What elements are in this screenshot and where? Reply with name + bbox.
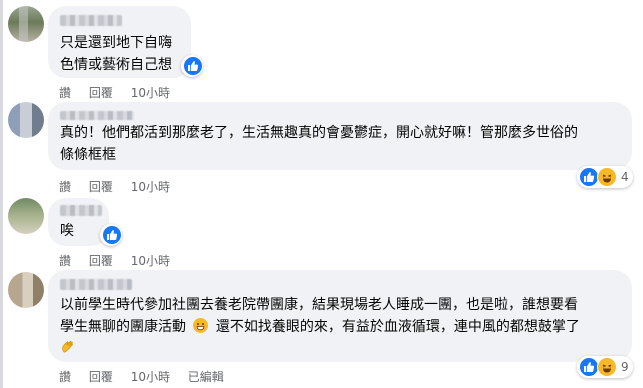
reply-action[interactable]: 回覆	[89, 178, 113, 195]
thread-line	[0, 0, 3, 388]
commenter-avatar[interactable]	[8, 102, 44, 138]
edited-label: 已編輯	[187, 370, 224, 384]
comment-actions: 讚 回覆 10小時	[59, 84, 184, 101]
comment-bubble: 真的！他們都活到那麼老了，生活無趣真的會憂鬱症，開心就好嘛！管那麼多世俗的 條條…	[48, 102, 632, 170]
commenter-name-blurred[interactable]	[60, 205, 102, 216]
comment-text: 真的！他們都活到那麼老了，生活無趣真的會憂鬱症，開心就好嘛！管那麼多世俗的	[60, 125, 578, 141]
reaction-count: 4	[621, 170, 629, 184]
like-action[interactable]: 讚	[59, 252, 71, 269]
like-icon	[579, 357, 599, 377]
commenter-name-blurred[interactable]	[60, 15, 122, 26]
reaction-summary[interactable]: 9	[577, 356, 633, 378]
like-icon	[579, 167, 599, 187]
haha-icon	[597, 357, 617, 377]
reply-action[interactable]: 回覆	[89, 84, 113, 101]
comment-time[interactable]: 10小時	[131, 84, 170, 101]
comment-time[interactable]: 10小時	[131, 252, 170, 269]
like-action[interactable]: 讚	[59, 178, 71, 195]
comment-text: 條條框框	[60, 147, 116, 163]
commenter-avatar[interactable]	[8, 272, 44, 308]
comment-time[interactable]: 10小時	[131, 178, 170, 195]
like-icon	[102, 225, 122, 245]
clap-emoji-icon	[60, 338, 620, 359]
comment-actions: 讚 回覆 10小時	[59, 252, 184, 269]
reaction-count: 9	[621, 360, 629, 374]
haha-icon	[597, 167, 617, 187]
reply-action[interactable]: 回覆	[89, 252, 113, 269]
reaction-summary[interactable]	[100, 224, 122, 246]
like-action[interactable]: 讚	[59, 84, 71, 101]
reply-action[interactable]: 回覆	[89, 368, 113, 385]
commenter-name-blurred[interactable]	[60, 111, 134, 120]
comment-text: 學生無聊的團康活動 還不如找養眼的來，有益於血液循環，連中風的都想鼓掌了	[60, 316, 620, 338]
comment-text: 只是還到地下自嗨	[60, 35, 172, 51]
commenter-avatar[interactable]	[8, 6, 44, 42]
comment-actions: 讚 回覆 10小時 已編輯	[59, 368, 238, 385]
comment-bubble: 只是還到地下自嗨 色情或藝術自己想	[48, 6, 191, 78]
commenter-avatar[interactable]	[8, 198, 44, 234]
comment-text: 以前學生時代參加社團去養老院帶團康，結果現場老人睡成一團，也是啦，誰想要看	[60, 297, 578, 313]
commenter-name-blurred[interactable]	[60, 279, 132, 290]
grin-emoji-icon	[193, 318, 209, 333]
comment-text: 色情或藝術自己想	[60, 57, 172, 73]
comment-text: 唉	[60, 223, 74, 239]
reaction-summary[interactable]	[181, 55, 203, 77]
like-icon	[183, 56, 203, 76]
reaction-summary[interactable]: 4	[577, 166, 633, 188]
comment-bubble: 以前學生時代參加社團去養老院帶團康，結果現場老人睡成一團，也是啦，誰想要看 學生…	[48, 270, 632, 362]
like-action[interactable]: 讚	[59, 368, 71, 385]
comment-actions: 讚 回覆 10小時	[59, 178, 184, 195]
comment-text-part: 還不如找養眼的來，有益於血液循環，連中風的都想鼓掌了	[215, 319, 580, 335]
comment-text-part: 學生無聊的團康活動	[60, 319, 186, 335]
comment-time[interactable]: 10小時	[131, 368, 170, 385]
